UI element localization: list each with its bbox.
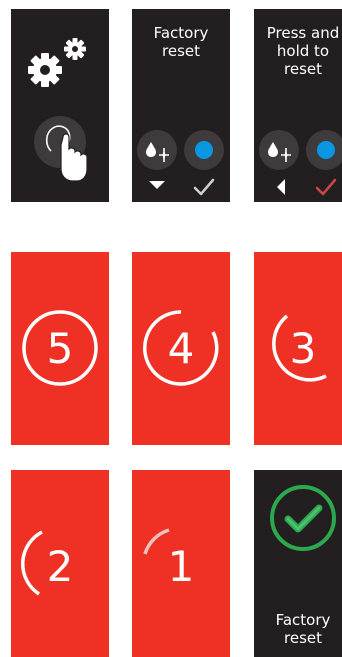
countdown-screen-5: 5 bbox=[11, 252, 109, 445]
checkmark-icon[interactable] bbox=[314, 177, 338, 197]
chevron-down-icon[interactable] bbox=[147, 179, 167, 191]
countdown-number: 1 bbox=[168, 542, 195, 591]
countdown-number: 3 bbox=[290, 324, 317, 373]
countdown-number: 4 bbox=[168, 324, 195, 373]
countdown-screen-1: 1 bbox=[132, 470, 230, 657]
success-check-icon bbox=[270, 485, 336, 551]
settings-screen bbox=[11, 9, 109, 202]
blue-dot-icon bbox=[195, 141, 213, 159]
drop-sparkle-icon bbox=[146, 142, 169, 162]
screen-title: Factory reset bbox=[275, 611, 331, 647]
chevron-left-icon[interactable] bbox=[274, 177, 288, 197]
screen-title: Factory reset bbox=[153, 24, 209, 60]
factory-reset-screen: Factory reset bbox=[132, 9, 230, 202]
reset-complete-screen: Factory reset bbox=[254, 470, 342, 657]
drop-sparkle-icon bbox=[268, 142, 291, 162]
countdown-number: 5 bbox=[47, 324, 74, 373]
confirm-dot-button[interactable] bbox=[306, 130, 342, 170]
blue-dot-icon bbox=[317, 141, 335, 159]
countdown-screen-2: 2 bbox=[11, 470, 109, 657]
press-hold-screen: Press and hold to reset bbox=[254, 9, 342, 202]
checkmark-icon[interactable] bbox=[192, 177, 216, 197]
countdown-number: 2 bbox=[47, 542, 74, 591]
countdown-ring bbox=[20, 530, 43, 596]
drop-button[interactable] bbox=[137, 130, 177, 170]
countdown-ring bbox=[143, 528, 170, 555]
touch-hand-icon bbox=[45, 125, 88, 182]
drop-button[interactable] bbox=[259, 130, 299, 170]
countdown-screen-4: 4 bbox=[132, 252, 230, 445]
confirm-dot-button[interactable] bbox=[184, 130, 224, 170]
screen-title: Press and hold to reset bbox=[266, 24, 340, 78]
countdown-screen-3: 3 bbox=[254, 252, 342, 445]
